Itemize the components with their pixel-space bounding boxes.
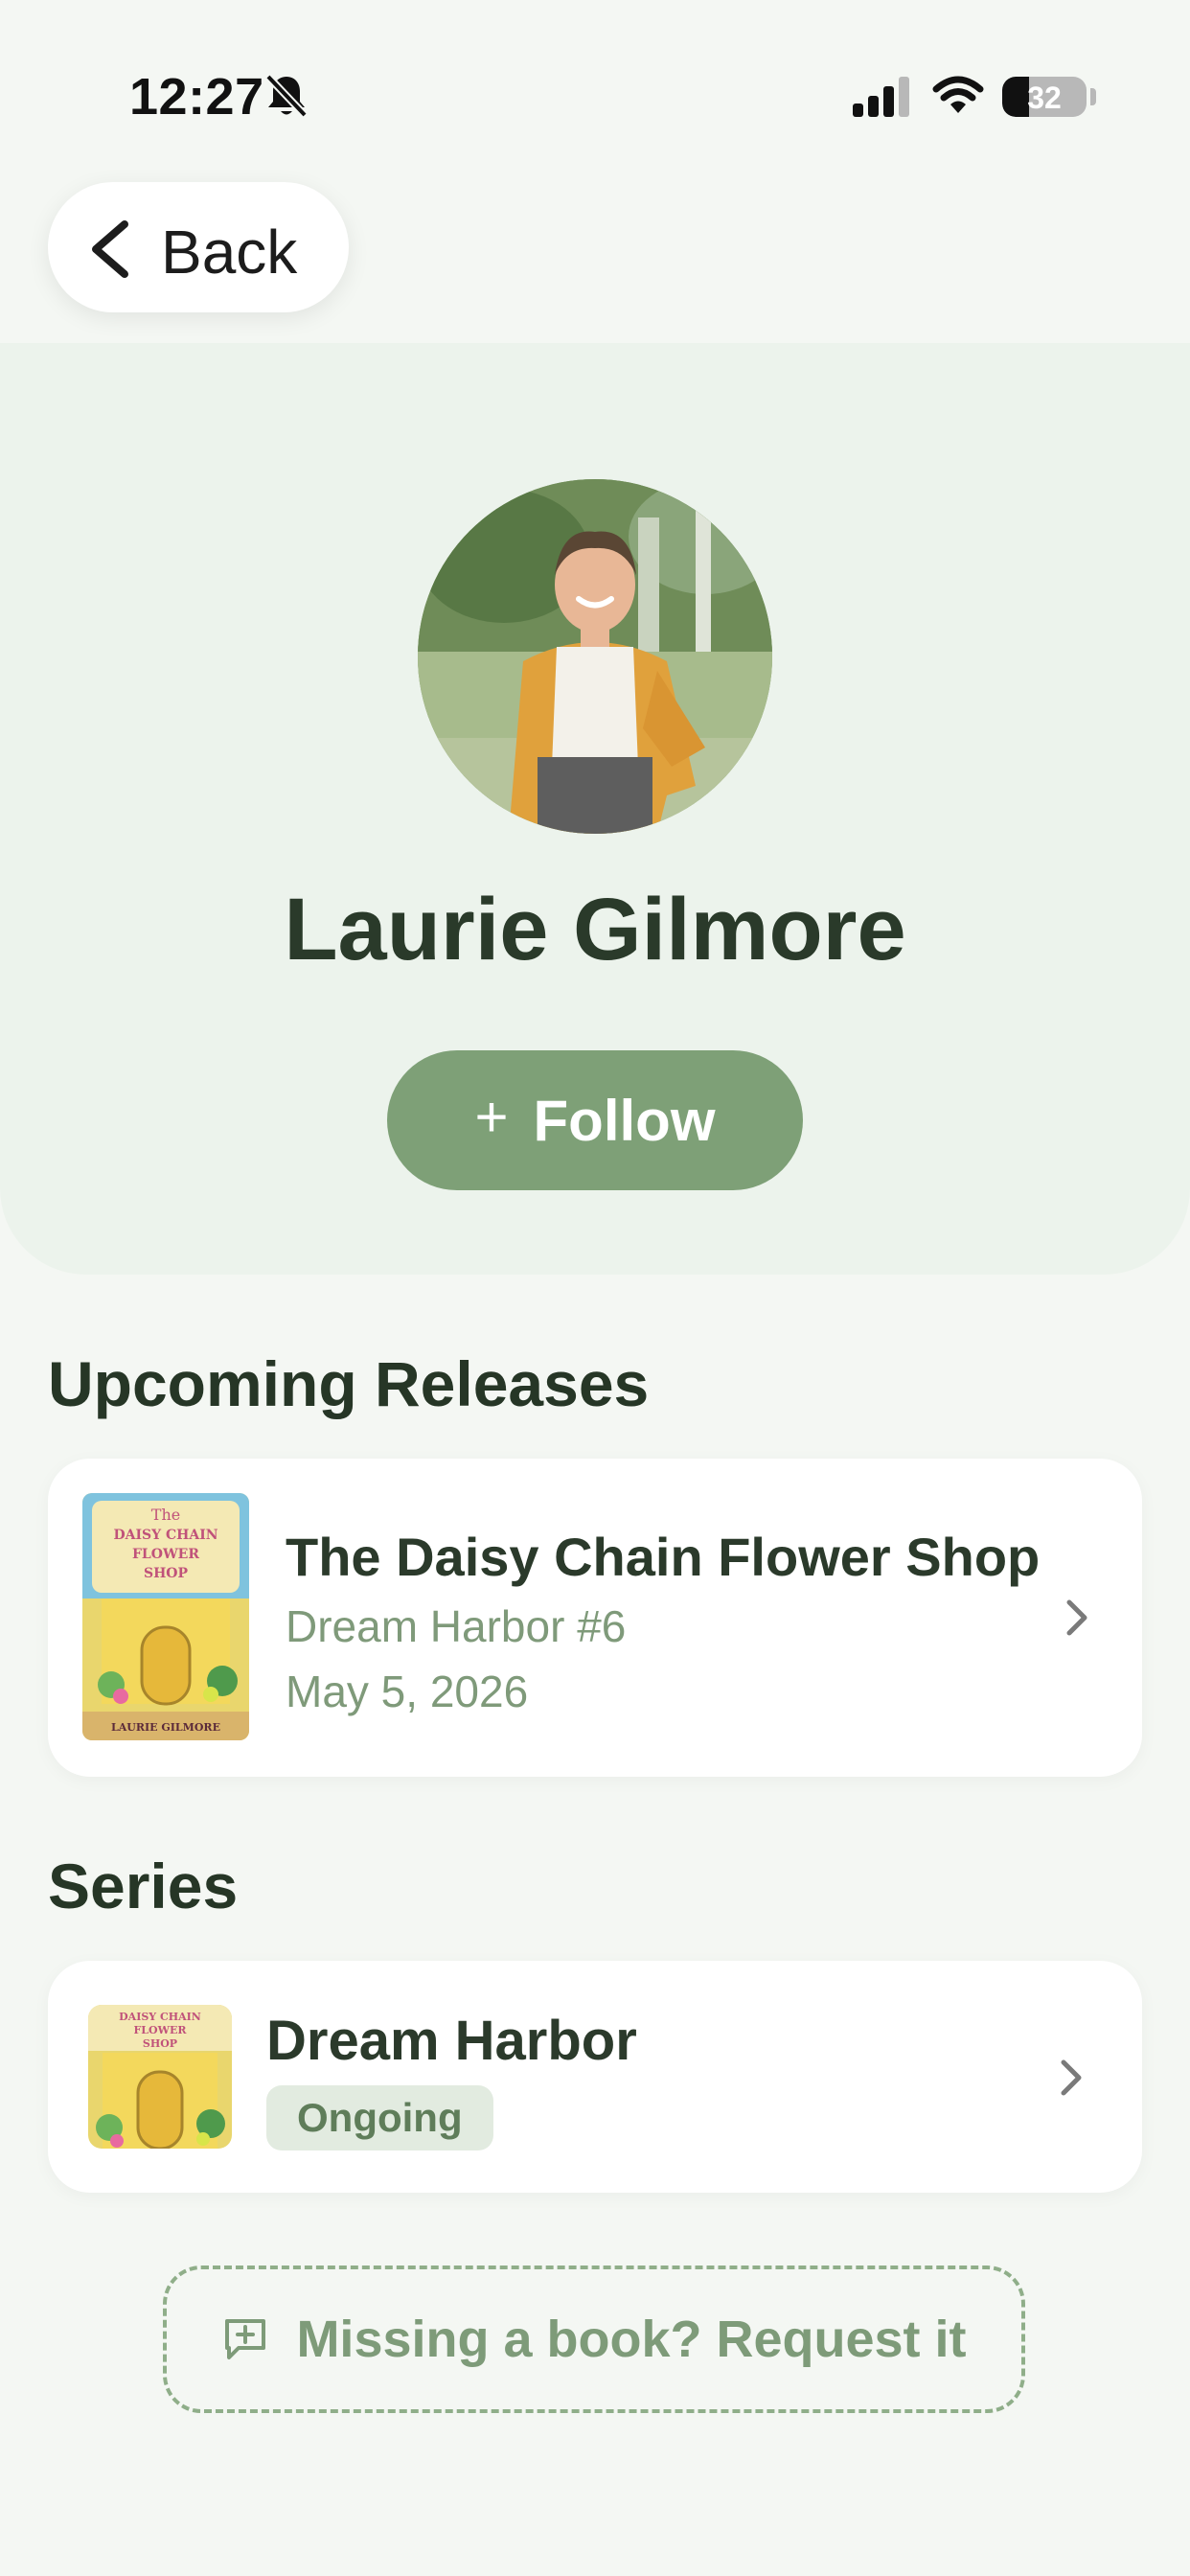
author-name: Laurie Gilmore: [284, 881, 906, 978]
back-label: Back: [161, 218, 298, 287]
release-date: May 5, 2026: [286, 1667, 529, 1716]
upcoming-releases-heading: Upcoming Releases: [48, 1348, 650, 1419]
author-avatar: [418, 479, 772, 834]
series-status-badge: Ongoing: [266, 2085, 493, 2150]
request-book-label: Missing a book? Request it: [296, 2311, 967, 2368]
series-name: Dream Harbor: [266, 2010, 637, 2072]
follow-label: Follow: [533, 1088, 716, 1153]
status-bar: 12:27 32: [0, 0, 1190, 192]
cover-text-the: The: [151, 1506, 180, 1524]
follow-button[interactable]: + Follow: [387, 1050, 803, 1190]
series-card[interactable]: DAISY CHAIN FLOWER SHOP Dream Harbor Ong…: [48, 1961, 1142, 2193]
cellular-signal-icon: [853, 77, 909, 117]
series-heading: Series: [48, 1851, 239, 1921]
request-book-button[interactable]: Missing a book? Request it: [163, 2266, 1025, 2413]
svg-text:SHOP: SHOP: [143, 2037, 177, 2050]
battery-icon: 32: [1002, 77, 1087, 117]
battery-percent: 32: [1027, 80, 1062, 115]
series-cover: DAISY CHAIN FLOWER SHOP: [88, 2005, 232, 2149]
chevron-right-icon: [1061, 2059, 1082, 2096]
svg-text:DAISY CHAIN: DAISY CHAIN: [113, 1528, 217, 1543]
chevron-left-icon: [92, 220, 128, 278]
svg-text:FLOWER: FLOWER: [133, 2024, 187, 2036]
bell-slash-icon: [265, 74, 308, 118]
release-series: Dream Harbor #6: [286, 1601, 627, 1651]
release-card[interactable]: The DAISY CHAIN FLOWER SHOP LAURIE GILMO…: [48, 1459, 1142, 1777]
battery-tip: [1090, 88, 1096, 105]
message-plus-icon: [225, 2319, 266, 2359]
svg-text:DAISY CHAIN: DAISY CHAIN: [119, 2011, 201, 2023]
release-title: The Daisy Chain Flower Shop: [286, 1527, 1041, 1587]
plus-icon: +: [474, 1085, 509, 1149]
back-button[interactable]: Back: [48, 182, 349, 312]
book-cover: The DAISY CHAIN FLOWER SHOP LAURIE GILMO…: [82, 1493, 249, 1740]
cover-author-text: LAURIE GILMORE: [111, 1721, 220, 1734]
svg-text:SHOP: SHOP: [144, 1566, 189, 1581]
status-time: 12:27: [129, 68, 264, 126]
svg-text:FLOWER: FLOWER: [132, 1547, 199, 1562]
wifi-icon: [932, 76, 984, 113]
chevron-right-icon: [1066, 1599, 1087, 1636]
